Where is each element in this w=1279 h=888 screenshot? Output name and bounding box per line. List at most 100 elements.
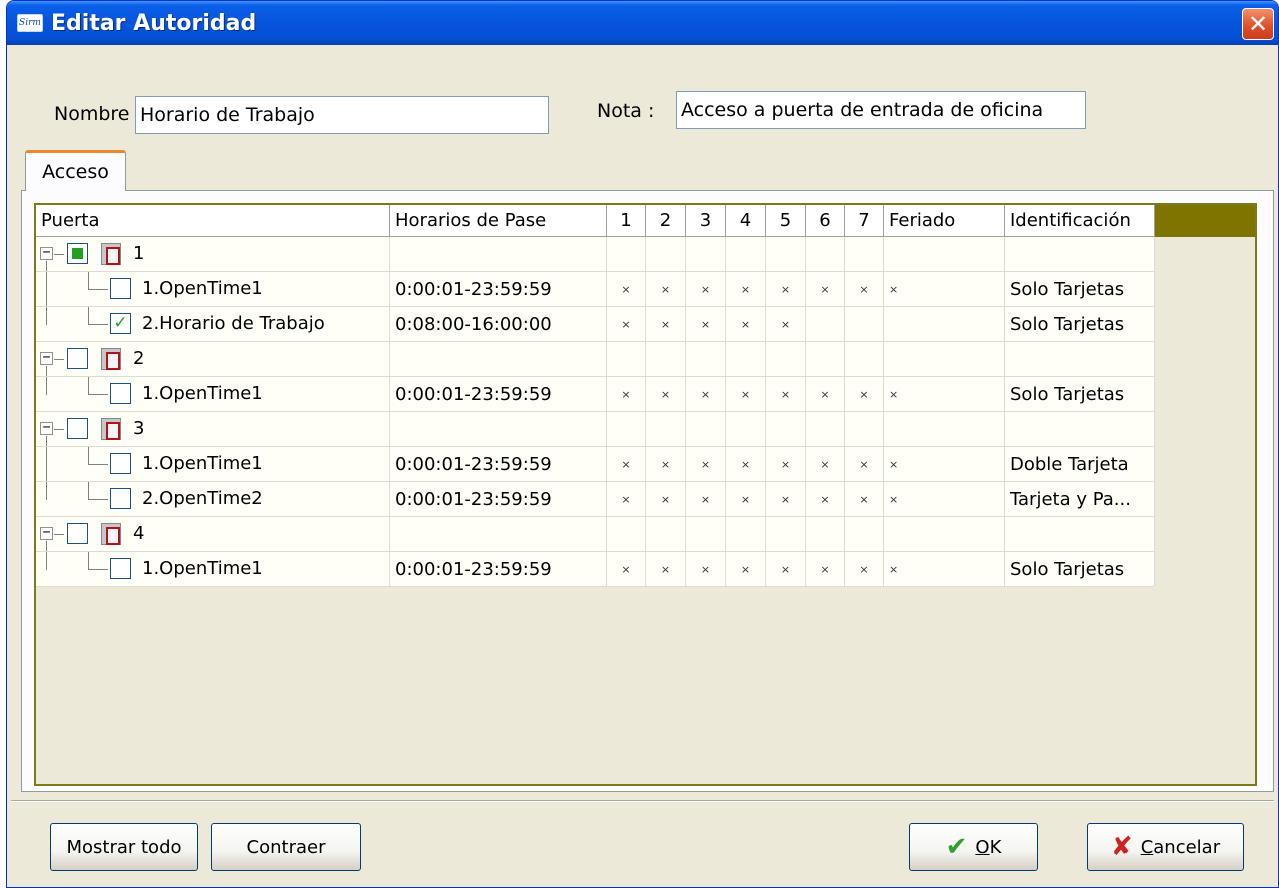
day-cell[interactable]: ×	[726, 307, 766, 342]
title-bar[interactable]: Sirm Editar Autoridad ✕	[7, 1, 1278, 45]
cancel-button[interactable]: ✘ Cancelar	[1087, 823, 1244, 871]
note-field[interactable]: Acceso a puerta de entrada de oficina	[676, 91, 1086, 129]
door-cell[interactable]: −4	[36, 517, 390, 552]
timezone-checkbox[interactable]	[110, 558, 131, 579]
door-cell[interactable]: −2	[36, 342, 390, 377]
column-header[interactable]: Puerta	[36, 205, 390, 237]
door-row[interactable]: −3	[36, 412, 1255, 447]
timezone-checkbox[interactable]	[110, 488, 131, 509]
name-field[interactable]: Horario de Trabajo	[135, 96, 549, 134]
day-cell[interactable]	[766, 342, 806, 377]
day-cell[interactable]: ×	[845, 272, 884, 307]
day-cell[interactable]	[686, 237, 726, 272]
day-cell[interactable]: ×	[806, 377, 845, 412]
day-cell[interactable]	[845, 517, 884, 552]
timezone-row[interactable]: 1.OpenTime1 0:00:01-23:59:59 × × × × × × × × Doble…	[36, 447, 1255, 482]
timezone-checkbox[interactable]	[110, 453, 131, 474]
day-cell[interactable]: ×	[766, 447, 806, 482]
day-cell[interactable]	[845, 307, 884, 342]
day-cell[interactable]	[726, 412, 766, 447]
day-cell[interactable]	[726, 517, 766, 552]
day-cell[interactable]	[607, 517, 646, 552]
column-header[interactable]: 1	[607, 205, 646, 237]
day-cell[interactable]	[646, 342, 686, 377]
day-cell[interactable]: ×	[845, 552, 884, 587]
day-cell[interactable]: ×	[845, 377, 884, 412]
column-header[interactable]: Feriado	[884, 205, 1005, 237]
day-cell[interactable]	[646, 517, 686, 552]
day-cell[interactable]	[806, 307, 845, 342]
door-cell[interactable]: −3	[36, 412, 390, 447]
day-cell[interactable]: ×	[806, 447, 845, 482]
day-cell[interactable]	[766, 412, 806, 447]
holiday-cell[interactable]: ×	[884, 552, 1005, 587]
door-checkbox[interactable]	[67, 243, 88, 264]
day-cell[interactable]: ×	[766, 307, 806, 342]
day-cell[interactable]: ×	[646, 307, 686, 342]
day-cell[interactable]: ×	[686, 552, 726, 587]
day-cell[interactable]: ×	[686, 377, 726, 412]
day-cell[interactable]: ×	[646, 272, 686, 307]
day-cell[interactable]: ×	[646, 447, 686, 482]
day-cell[interactable]: ×	[766, 552, 806, 587]
day-cell[interactable]: ×	[726, 447, 766, 482]
holiday-cell[interactable]: ×	[884, 447, 1005, 482]
day-cell[interactable]: ×	[607, 552, 646, 587]
access-grid[interactable]: Puerta Horarios de Pase 1 2 3 4 5 6 7 Feriado Iden…	[34, 203, 1257, 786]
door-checkbox[interactable]	[67, 348, 88, 369]
day-cell[interactable]: ×	[646, 482, 686, 517]
day-cell[interactable]	[607, 237, 646, 272]
door-checkbox[interactable]	[67, 418, 88, 439]
day-cell[interactable]: ×	[607, 307, 646, 342]
door-row[interactable]: −2	[36, 342, 1255, 377]
column-header[interactable]: 5	[766, 205, 806, 237]
column-header[interactable]: 2	[646, 205, 686, 237]
day-cell[interactable]	[726, 342, 766, 377]
day-cell[interactable]	[766, 517, 806, 552]
day-cell[interactable]: ×	[766, 482, 806, 517]
day-cell[interactable]: ×	[686, 482, 726, 517]
day-cell[interactable]: ×	[726, 377, 766, 412]
show-all-button[interactable]: Mostrar todo	[50, 823, 198, 871]
timezone-row[interactable]: 1.OpenTime1 0:00:01-23:59:59 × × × × × × × × Solo …	[36, 377, 1255, 412]
column-header[interactable]: 6	[806, 205, 845, 237]
timezone-row[interactable]: 1.OpenTime1 0:00:01-23:59:59 × × × × × × × × Solo …	[36, 552, 1255, 587]
timezone-checkbox[interactable]	[110, 383, 131, 404]
column-header[interactable]: Horarios de Pase	[390, 205, 607, 237]
timezone-row[interactable]: 1.OpenTime1 0:00:01-23:59:59 × × × × × × × × Solo …	[36, 272, 1255, 307]
day-cell[interactable]: ×	[845, 447, 884, 482]
day-cell[interactable]: ×	[646, 377, 686, 412]
day-cell[interactable]	[607, 412, 646, 447]
holiday-cell[interactable]: ×	[884, 377, 1005, 412]
close-button[interactable]: ✕	[1242, 8, 1274, 40]
day-cell[interactable]	[845, 237, 884, 272]
day-cell[interactable]: ×	[646, 552, 686, 587]
day-cell[interactable]	[686, 342, 726, 377]
holiday-cell[interactable]	[884, 342, 1005, 377]
day-cell[interactable]	[646, 237, 686, 272]
door-row[interactable]: −1	[36, 237, 1255, 272]
minus-icon[interactable]: −	[40, 421, 53, 435]
day-cell[interactable]	[766, 237, 806, 272]
minus-icon[interactable]: −	[40, 526, 53, 540]
door-cell[interactable]: 1.OpenTime1	[36, 447, 390, 482]
day-cell[interactable]: ×	[726, 552, 766, 587]
day-cell[interactable]: ×	[766, 377, 806, 412]
day-cell[interactable]: ×	[845, 482, 884, 517]
day-cell[interactable]: ×	[607, 272, 646, 307]
column-header[interactable]: 7	[845, 205, 884, 237]
door-cell[interactable]: −1	[36, 237, 390, 272]
tab-acceso[interactable]: Acceso	[25, 150, 126, 191]
holiday-cell[interactable]	[884, 237, 1005, 272]
timezone-row[interactable]: ✓ 2.Horario de Trabajo 0:08:00-16:00:00 × × ×…	[36, 307, 1255, 342]
day-cell[interactable]	[726, 237, 766, 272]
day-cell[interactable]: ×	[607, 447, 646, 482]
day-cell[interactable]	[806, 517, 845, 552]
day-cell[interactable]	[806, 237, 845, 272]
day-cell[interactable]: ×	[726, 482, 766, 517]
day-cell[interactable]: ×	[766, 272, 806, 307]
ok-button[interactable]: ✔ OK	[909, 823, 1038, 871]
day-cell[interactable]: ×	[686, 307, 726, 342]
timezone-checkbox[interactable]: ✓	[110, 313, 131, 334]
holiday-cell[interactable]	[884, 412, 1005, 447]
